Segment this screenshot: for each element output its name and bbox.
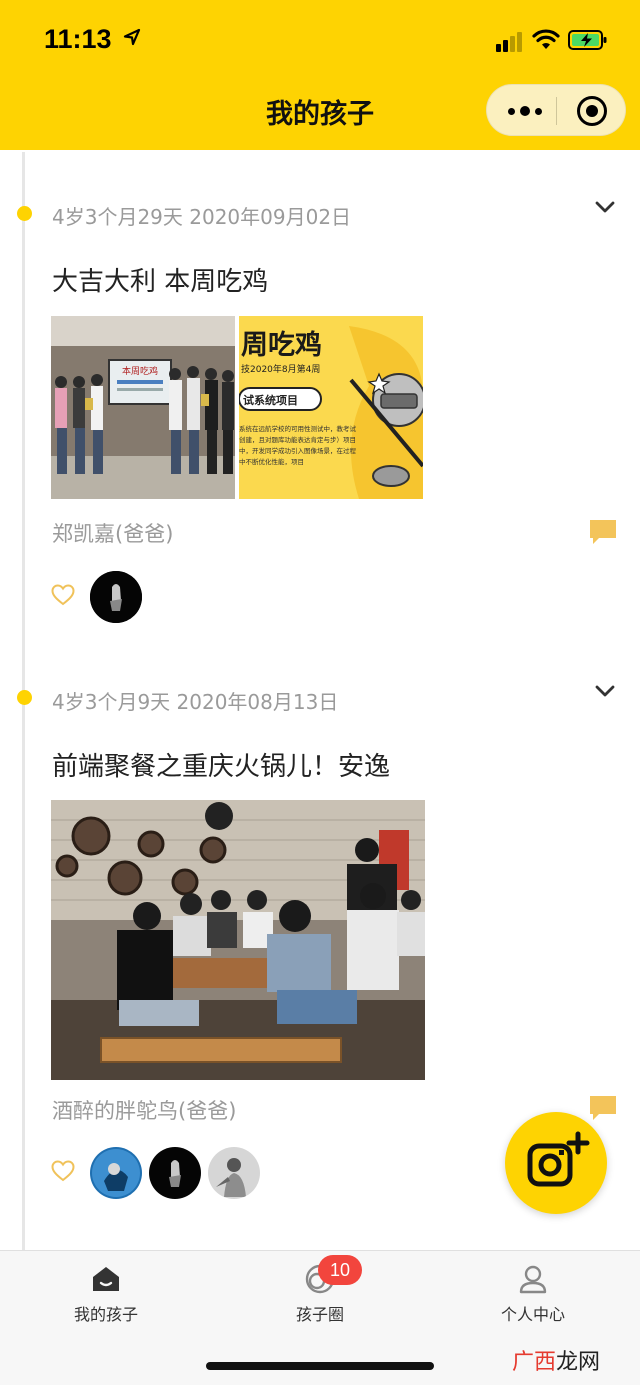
close-mini-program-button[interactable] [577, 96, 607, 126]
post-title: 前端聚餐之重庆火锅儿！安逸 [52, 752, 391, 782]
battery-charging-icon [568, 30, 607, 50]
tab-label: 个人中心 [500, 1305, 565, 1324]
capsule-divider [556, 97, 557, 125]
watermark-text: 龙网 [556, 1350, 601, 1375]
wifi-icon [532, 29, 560, 49]
poster-subheading: 技2020年8月第4周 [241, 363, 320, 375]
poster-tag: 试系统项目 [243, 393, 298, 407]
post-photo[interactable]: 本周吃鸡 [51, 316, 235, 499]
status-time: 11:13 [44, 24, 141, 55]
post-meta: 4岁3个月9天 2020年08月13日 [52, 690, 339, 714]
avatar[interactable] [208, 1147, 260, 1199]
team-photo-image: 本周吃鸡 [51, 316, 235, 499]
avatar[interactable] [90, 1147, 142, 1199]
post-author: 酒醉的胖鸵鸟(爸爸) [52, 1099, 237, 1123]
location-arrow-icon [123, 28, 141, 46]
more-options-button[interactable] [501, 95, 549, 127]
post-meta: 4岁3个月29天 2020年09月02日 [52, 205, 352, 229]
timeline-dot [17, 690, 32, 705]
avatar[interactable] [149, 1147, 201, 1199]
cellular-signal-icon [496, 30, 524, 52]
timeline-dot [17, 206, 32, 221]
chevron-down-icon[interactable] [594, 680, 616, 702]
avatar-image [149, 1147, 201, 1199]
heart-icon[interactable] [51, 1160, 75, 1182]
tab-my-child[interactable]: 我的孩子 [36, 1263, 176, 1325]
screen-text: 本周吃鸡 [122, 365, 158, 377]
add-photo-button[interactable] [505, 1112, 607, 1214]
avatar-image [90, 571, 142, 623]
post-title: 大吉大利 本周吃鸡 [52, 267, 269, 297]
post-author: 郑凯嘉(爸爸) [52, 522, 174, 546]
avatar-image [208, 1147, 260, 1199]
hotpot-group-photo-image [51, 800, 425, 1080]
tab-label: 我的孩子 [73, 1305, 138, 1324]
poster-heading: 周吃鸡 [241, 330, 322, 361]
header-bar: 11:13 我的孩子 [0, 0, 640, 150]
avatar[interactable] [90, 571, 142, 623]
home-icon [93, 1267, 119, 1291]
comment-icon[interactable] [589, 518, 617, 546]
notification-badge: 10 [318, 1255, 362, 1285]
camera-plus-icon [527, 1131, 590, 1187]
watermark-text: 广西 [512, 1350, 557, 1375]
person-icon [519, 1265, 547, 1294]
status-time-text: 11:13 [44, 24, 112, 54]
poster-body: 系统在远航学校的可用性测试中，教考试创建，且对题库功能表达肯定与步）项目中，开发… [239, 425, 356, 466]
home-indicator[interactable] [206, 1362, 434, 1370]
heart-icon[interactable] [51, 584, 75, 606]
tab-label: 孩子圈 [295, 1305, 344, 1324]
chevron-down-icon[interactable] [594, 196, 616, 218]
mini-program-capsule [486, 84, 626, 136]
tab-personal-center[interactable]: 个人中心 [463, 1263, 603, 1325]
post-photo[interactable] [51, 800, 425, 1080]
post-photo[interactable]: 周吃鸡 技2020年8月第4周 试系统项目 系统在远航学校的可用性测试中，教考试… [239, 316, 423, 499]
watermark: 广西龙网 [512, 1344, 600, 1376]
poster-image: 周吃鸡 技2020年8月第4周 试系统项目 系统在远航学校的可用性测试中，教考试… [239, 316, 423, 499]
avatar-image [90, 1147, 142, 1199]
